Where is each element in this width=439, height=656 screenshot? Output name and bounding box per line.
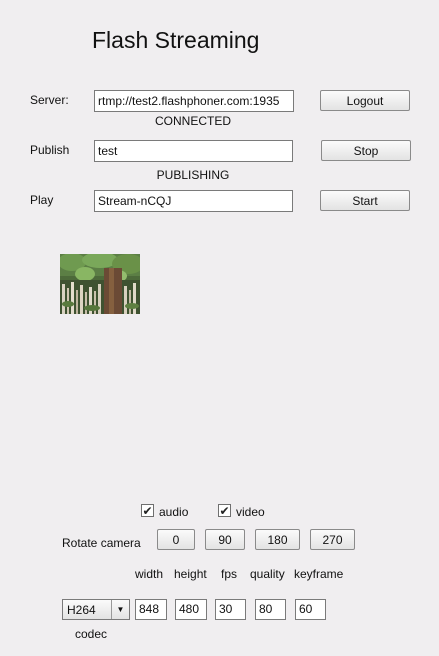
- audio-checkbox[interactable]: ✔: [141, 504, 154, 517]
- keyframe-input[interactable]: 60: [295, 599, 326, 620]
- publish-status: PUBLISHING: [156, 168, 230, 182]
- height-input[interactable]: 480: [175, 599, 207, 620]
- keyframe-header: keyframe: [294, 567, 344, 581]
- publish-stream-input[interactable]: [94, 140, 293, 162]
- dropdown-arrow-icon[interactable]: ▼: [111, 600, 129, 619]
- publish-label: Publish: [30, 143, 70, 157]
- codec-label: codec: [75, 627, 108, 641]
- logout-button[interactable]: Logout: [320, 90, 410, 111]
- codec-select[interactable]: H264 ▼: [62, 599, 130, 620]
- page-title: Flash Streaming: [92, 27, 260, 53]
- width-input[interactable]: 848: [135, 599, 167, 620]
- play-stream-input[interactable]: [94, 190, 293, 212]
- width-header: width: [135, 567, 164, 581]
- play-label: Play: [30, 193, 54, 207]
- quality-header: quality: [250, 567, 285, 581]
- codec-value: H264: [67, 603, 96, 617]
- fps-input[interactable]: 30: [215, 599, 246, 620]
- quality-input[interactable]: 80: [255, 599, 286, 620]
- connection-status: CONNECTED: [154, 114, 231, 128]
- rotate-camera-label: Rotate camera: [62, 536, 141, 550]
- camera-preview-image: [60, 254, 140, 314]
- checkmark-icon: ✔: [142, 503, 153, 518]
- rotate-0-button[interactable]: 0: [157, 529, 195, 550]
- rotate-90-button[interactable]: 90: [205, 529, 245, 550]
- audio-label: audio: [159, 505, 189, 519]
- fps-header: fps: [221, 567, 238, 581]
- camera-preview-picture: [60, 254, 140, 314]
- rotate-270-button[interactable]: 270: [310, 529, 355, 550]
- video-checkbox[interactable]: ✔: [218, 504, 231, 517]
- checkmark-icon: ✔: [219, 503, 230, 518]
- video-label: video: [236, 505, 265, 519]
- start-button[interactable]: Start: [320, 190, 410, 211]
- height-header: height: [174, 567, 207, 581]
- stop-button[interactable]: Stop: [321, 140, 411, 161]
- server-url-input[interactable]: [94, 90, 294, 112]
- rotate-180-button[interactable]: 180: [255, 529, 300, 550]
- server-label: Server:: [30, 93, 69, 107]
